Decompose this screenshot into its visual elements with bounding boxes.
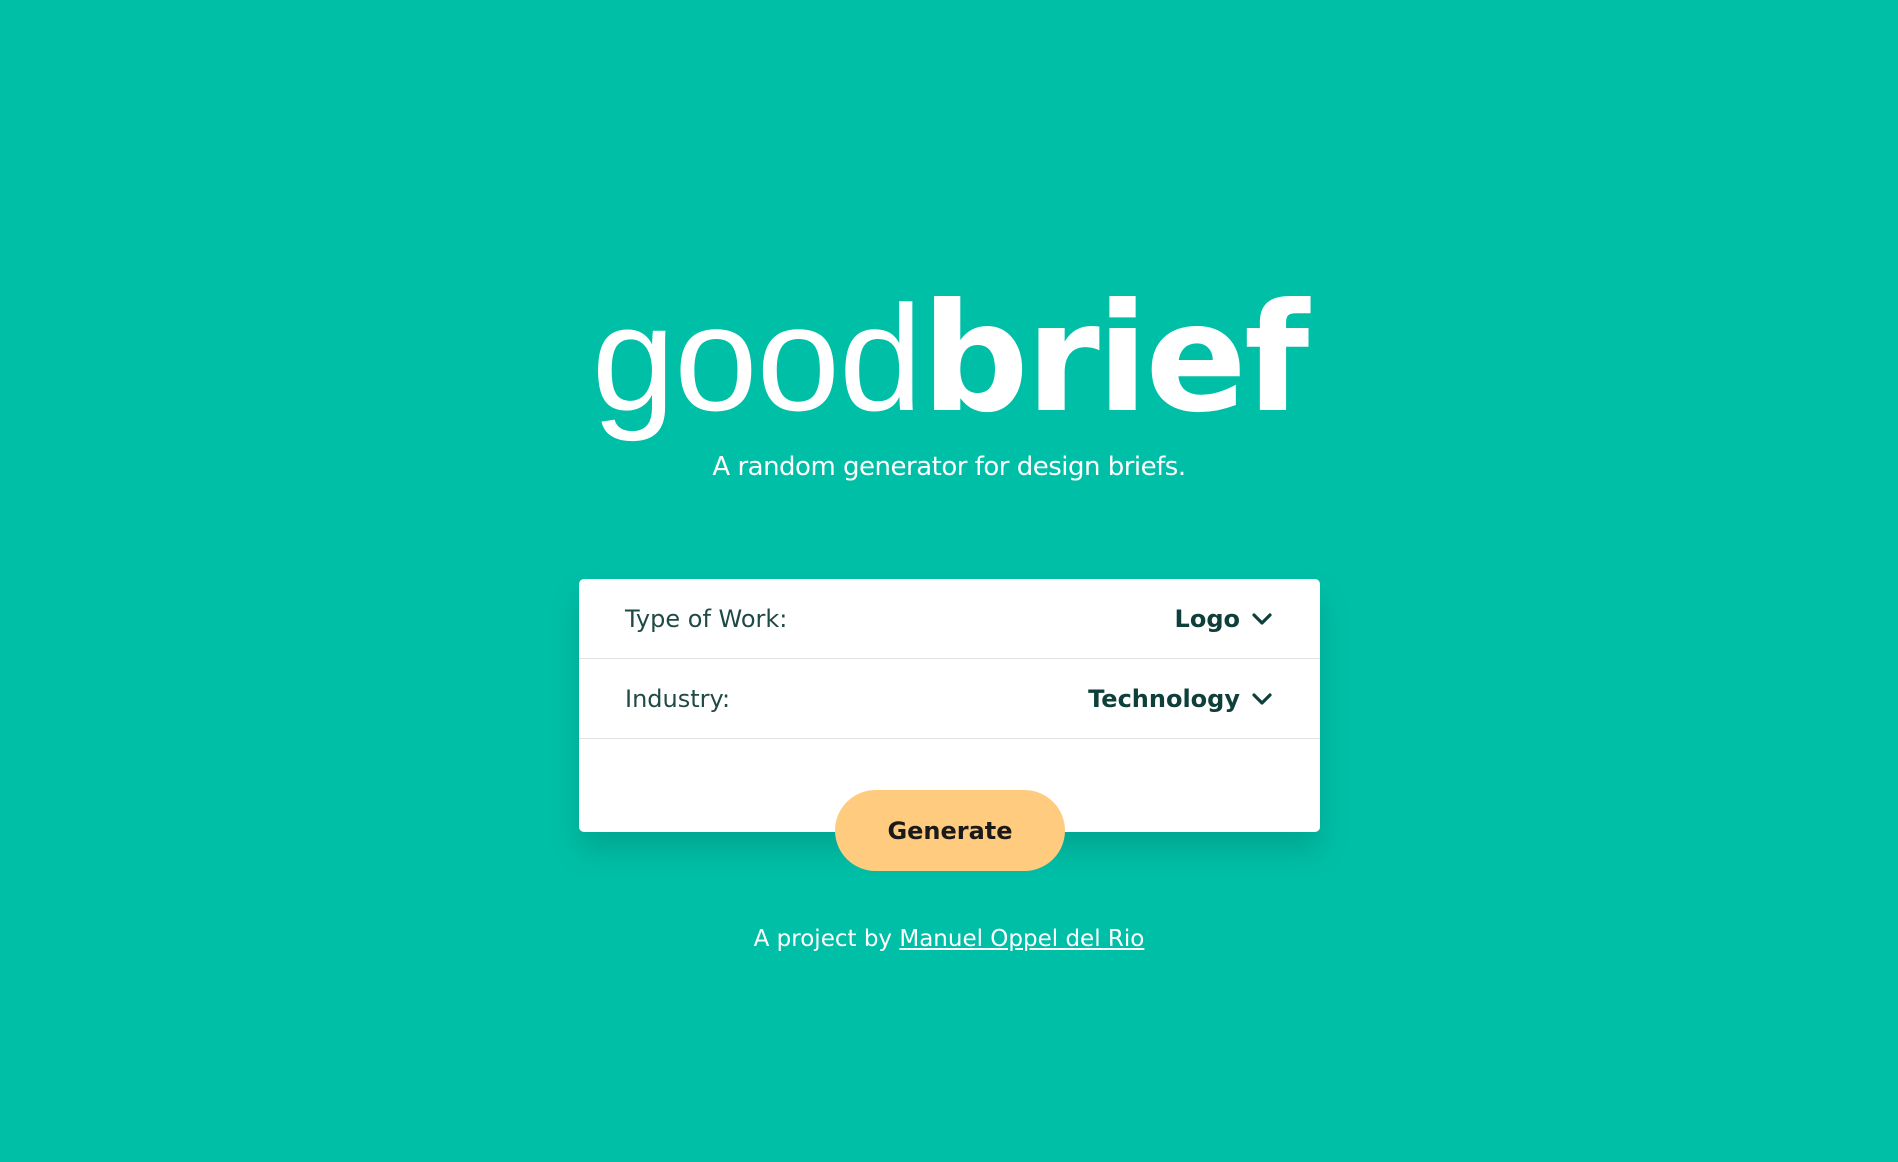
industry-label: Industry: [625,684,731,713]
chevron-down-icon [1252,692,1272,705]
brand-logo-light: good [591,274,923,442]
tagline: A random generator for design briefs. [712,452,1186,482]
industry-value: Technology [1088,684,1240,713]
brand-logo-bold: brief [921,272,1309,446]
generate-button[interactable]: Generate [835,790,1065,871]
type-of-work-value: Logo [1174,604,1240,633]
type-of-work-select[interactable]: Logo [1175,605,1274,633]
industry-select[interactable]: Technology [1088,685,1274,713]
footer-prefix: A project by [753,926,893,952]
type-of-work-label: Type of Work: [625,604,788,633]
brand-logo: goodbrief [0,268,1898,449]
type-of-work-row: Type of Work: Logo [579,579,1320,659]
chevron-down-icon [1252,612,1272,625]
author-link[interactable]: Manuel Oppel del Rio [899,926,1144,952]
footer-credit: A project by Manuel Oppel del Rio [0,926,1898,952]
industry-row: Industry: Technology [579,659,1320,739]
